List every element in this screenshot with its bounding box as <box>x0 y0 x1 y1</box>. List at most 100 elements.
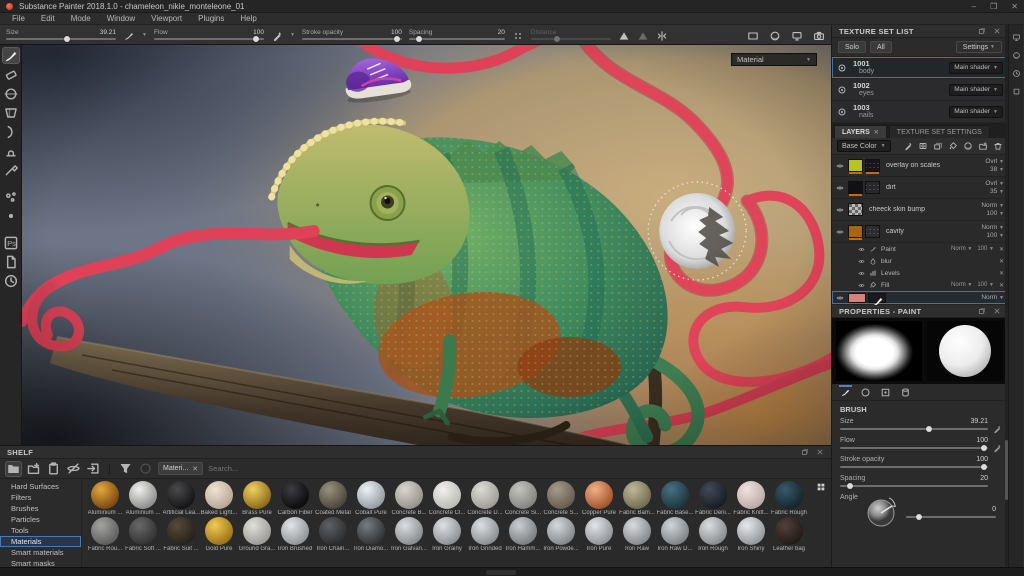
dock-icon[interactable] <box>801 448 809 456</box>
add-layer-icon[interactable] <box>933 141 943 151</box>
slider-track[interactable] <box>409 38 505 40</box>
menu-viewport[interactable]: Viewport <box>151 14 182 23</box>
toolbar-param-distance[interactable]: Distance <box>531 30 611 40</box>
camera-button[interactable] <box>813 29 825 41</box>
symmetry-button[interactable] <box>656 29 668 41</box>
material-item[interactable]: Aluminium ... <box>86 481 124 517</box>
add-effect-icon[interactable] <box>903 141 913 151</box>
layer-thumbnail[interactable] <box>848 159 863 172</box>
material-item[interactable]: Concrete Cl... <box>428 481 466 517</box>
shelf-folder-button[interactable] <box>6 462 21 476</box>
brush-param-spacing[interactable]: Spacing20 <box>840 475 1000 487</box>
layer-row[interactable]: cavity Norm ▼ 100 ▼ <box>832 221 1008 243</box>
close-icon[interactable] <box>816 448 824 456</box>
history-icon[interactable] <box>1012 69 1021 78</box>
display-mode-button[interactable] <box>791 29 803 41</box>
shelf-category-brushes[interactable]: Brushes <box>0 503 81 514</box>
shelf-paste-button[interactable] <box>46 462 61 476</box>
texture-set-row-eyes[interactable]: 1002 eyes Main shader▼ <box>832 79 1008 101</box>
material-item[interactable]: Artificial Lea... <box>162 481 200 517</box>
layer-opacity-dropdown[interactable]: 100 ▼ <box>986 210 1004 218</box>
slider-knob[interactable] <box>64 36 70 42</box>
slider-knob[interactable] <box>916 514 922 520</box>
menu-window[interactable]: Window <box>107 14 135 23</box>
remove-effect-icon[interactable]: ✕ <box>999 270 1004 277</box>
alpha-picker-button[interactable] <box>123 29 135 41</box>
material-item[interactable]: Iron Raw D... <box>656 517 694 553</box>
shader-dropdown[interactable]: Main shader▼ <box>949 62 1003 74</box>
close-icon[interactable] <box>993 27 1001 35</box>
tool-history-resource[interactable] <box>3 273 19 288</box>
effect-row[interactable]: Levels ✕ <box>832 267 1008 279</box>
close-icon[interactable]: ✕ <box>874 129 879 136</box>
tool-material-picker[interactable] <box>3 162 19 177</box>
material-item[interactable]: Iron Hamm... <box>504 517 542 553</box>
angle-dial[interactable] <box>864 494 900 530</box>
effect-row[interactable]: blur ✕ <box>832 255 1008 267</box>
material-item[interactable]: Ground Gra... <box>238 517 276 553</box>
layer-mask-thumbnail[interactable] <box>865 225 880 238</box>
slider-knob[interactable] <box>847 483 853 489</box>
layer-thumbnail[interactable] <box>848 203 863 216</box>
visibility-eye-icon[interactable] <box>858 246 865 253</box>
layer-thumbnail[interactable] <box>848 293 866 303</box>
layer-thumbnail[interactable] <box>848 225 863 238</box>
slider-knob[interactable] <box>416 36 422 42</box>
material-sphere-icon[interactable] <box>837 85 847 95</box>
delete-layer-icon[interactable] <box>993 141 1003 151</box>
dock-icon[interactable] <box>978 27 986 35</box>
viewport-layout-button[interactable] <box>747 29 759 41</box>
menu-help[interactable]: Help <box>240 14 256 23</box>
visibility-eye-icon[interactable] <box>836 294 844 302</box>
settings-dropdown[interactable]: Settings ▼ <box>956 41 1002 53</box>
toolbar-param-size[interactable]: Size39.21 <box>6 30 116 40</box>
brush-param-flow[interactable]: Flow100 <box>840 437 1000 449</box>
visibility-eye-icon[interactable] <box>836 228 844 236</box>
blend-mode-dropdown[interactable]: Ovrl ▼ <box>985 158 1004 166</box>
stylus-pressure-icon[interactable] <box>992 424 1002 434</box>
material-item[interactable]: Fabric Base... <box>656 481 694 517</box>
slider-knob[interactable] <box>981 445 987 451</box>
material-item[interactable]: Fabric Bam... <box>618 481 656 517</box>
pattern-button[interactable] <box>512 29 524 41</box>
visibility-eye-icon[interactable] <box>858 270 865 277</box>
layer-thumbnail[interactable] <box>848 181 863 194</box>
brush-alpha-preview[interactable] <box>836 321 922 381</box>
toolbar-param-spacing[interactable]: Spacing20 <box>409 30 505 40</box>
visibility-eye-icon[interactable] <box>836 206 844 214</box>
layer-opacity-dropdown[interactable]: 35 ▼ <box>990 188 1004 196</box>
material-item[interactable]: Iron Diamo... <box>352 517 390 553</box>
shader-dropdown[interactable]: Main shader▼ <box>949 84 1003 96</box>
material-item[interactable]: Brass Pure <box>238 481 276 517</box>
slider-knob[interactable] <box>554 36 560 42</box>
shelf-new-resource-button[interactable] <box>26 462 41 476</box>
tab-layers[interactable]: LAYERS✕ <box>834 125 887 138</box>
material-item[interactable]: Concrete B... <box>390 481 428 517</box>
slider-track[interactable] <box>6 38 116 40</box>
slider-track[interactable] <box>906 516 996 518</box>
material-item[interactable]: Iron Galvan... <box>390 517 428 553</box>
material-item[interactable]: Leather bag <box>770 517 808 553</box>
channel-filter-dropdown[interactable]: Base Color▼ <box>837 140 891 152</box>
minimize-button[interactable]: – <box>972 2 976 11</box>
layer-row[interactable]: cheeck skin bump Norm ▼ 100 ▼ <box>832 199 1008 221</box>
remove-effect-icon[interactable]: ✕ <box>999 246 1004 253</box>
effect-opacity-dropdown[interactable]: 100 ▼ <box>977 282 994 288</box>
tool-particle[interactable] <box>3 189 19 204</box>
alignment-normal-button[interactable] <box>637 29 649 41</box>
close-button[interactable]: ✕ <box>1011 2 1018 11</box>
material-item[interactable]: Cobalt Pure <box>352 481 390 517</box>
splitter-handle[interactable] <box>486 570 516 575</box>
tool-eraser[interactable] <box>3 67 19 82</box>
slider-track[interactable] <box>840 466 988 468</box>
material-item[interactable]: Concrete D... <box>466 481 504 517</box>
all-button[interactable]: All <box>870 41 892 53</box>
effect-blend-dropdown[interactable]: Norm ▼ <box>951 282 972 288</box>
display-settings-icon[interactable] <box>1012 33 1021 42</box>
material-item[interactable]: Iron Rough <box>694 517 732 553</box>
material-item[interactable]: Concrete S... <box>542 481 580 517</box>
material-item[interactable]: Gold Pure <box>200 517 238 553</box>
alignment-tangent-button[interactable] <box>618 29 630 41</box>
material-item[interactable]: Iron Raw <box>618 517 656 553</box>
material-item[interactable]: Iron Grainy <box>428 517 466 553</box>
